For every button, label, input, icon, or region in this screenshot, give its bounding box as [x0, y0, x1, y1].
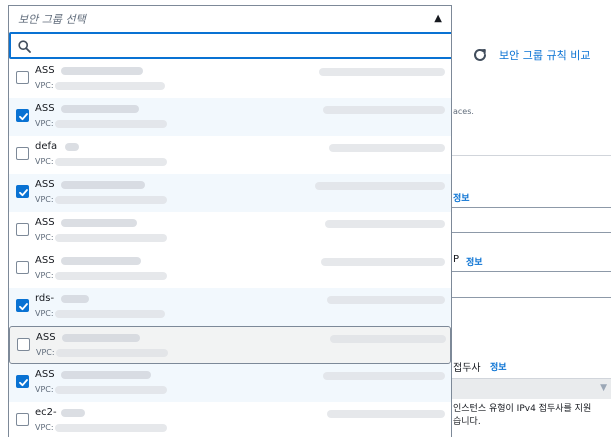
option-vpc: VPC: — [35, 119, 54, 128]
option-checkbox[interactable] — [16, 109, 29, 122]
section-divider — [452, 155, 611, 156]
redacted-text — [327, 296, 445, 304]
redacted-text — [61, 67, 143, 75]
description-line: 습니다. — [453, 417, 481, 427]
security-group-select[interactable]: 보안 그룹 선택 ▲ — [8, 5, 452, 31]
redacted-text — [61, 257, 141, 265]
security-group-option[interactable]: defa VPC: — [9, 136, 451, 174]
security-group-option[interactable]: ASS VPC: — [9, 174, 451, 212]
option-checkbox[interactable] — [16, 71, 29, 84]
compare-security-group-rules-link[interactable]: 보안 그룹 규칙 비교 — [499, 47, 590, 63]
redacted-text — [55, 272, 167, 280]
redacted-text — [55, 310, 165, 318]
security-group-option[interactable]: ASS VPC: — [9, 98, 451, 136]
option-checkbox[interactable] — [16, 299, 29, 312]
info-link[interactable]: 정보 — [490, 360, 507, 373]
option-checkbox[interactable] — [16, 375, 29, 388]
redacted-text — [55, 424, 167, 432]
option-vpc: VPC: — [35, 309, 54, 318]
security-group-option[interactable]: ASS VPC: — [9, 250, 451, 288]
redacted-text — [330, 335, 446, 343]
option-vpc: VPC: — [35, 271, 54, 280]
option-name: ASS — [35, 369, 55, 380]
description-line: 인스턴스 유형이 IPv4 접두사를 지원 — [453, 404, 592, 414]
refresh-icon[interactable] — [472, 47, 488, 63]
redacted-text — [55, 234, 167, 242]
redacted-text — [327, 410, 445, 418]
field-label-fragment: P — [453, 254, 460, 265]
field-border — [452, 232, 611, 233]
search-input[interactable] — [9, 32, 451, 59]
select-placeholder: 보안 그룹 선택 — [18, 13, 86, 26]
option-checkbox[interactable] — [16, 261, 29, 274]
option-checkbox[interactable] — [16, 223, 29, 236]
redacted-text — [55, 120, 167, 128]
redacted-text — [329, 144, 445, 152]
prefix-label: 접두사 — [453, 363, 481, 374]
redacted-text — [62, 334, 140, 342]
redacted-text — [61, 371, 151, 379]
security-group-option[interactable]: rds- VPC: — [9, 288, 451, 326]
option-name: ASS — [35, 103, 55, 114]
check-icon — [19, 303, 28, 311]
redacted-text — [61, 181, 145, 189]
redacted-text — [55, 158, 167, 166]
option-checkbox[interactable] — [16, 185, 29, 198]
option-name: ASS — [35, 255, 55, 266]
redacted-text — [65, 143, 79, 151]
option-vpc: VPC: — [35, 157, 54, 166]
prefix-select-disabled: ▼ — [452, 378, 611, 399]
check-icon — [19, 379, 28, 387]
option-name: ec2- — [35, 407, 57, 418]
redacted-text — [61, 105, 139, 113]
option-name: defa — [35, 141, 58, 152]
redacted-text — [319, 68, 445, 76]
caret-up-icon: ▲ — [434, 13, 442, 24]
field-border — [452, 271, 611, 272]
option-vpc: VPC: — [36, 348, 55, 357]
check-icon — [19, 189, 28, 197]
redacted-text — [321, 258, 445, 266]
option-name: ASS — [36, 332, 56, 343]
option-name: ASS — [35, 179, 55, 190]
option-vpc: VPC: — [35, 385, 54, 394]
redacted-text — [325, 220, 445, 228]
redacted-text — [56, 349, 168, 357]
redacted-text — [61, 409, 85, 417]
security-group-option[interactable]: ASS VPC: — [9, 212, 451, 250]
option-checkbox[interactable] — [16, 413, 29, 426]
info-link[interactable]: 정보 — [466, 255, 483, 268]
redacted-text — [61, 295, 89, 303]
option-list: ASS VPC: ASS VPC: defa VPC: ASS VPC: ASS… — [9, 60, 451, 437]
security-group-option[interactable]: ec2- VPC: — [9, 402, 451, 437]
redacted-text — [323, 372, 445, 380]
field-border — [452, 297, 611, 298]
search-icon — [18, 40, 31, 53]
description-fragment: aces. — [453, 107, 474, 116]
redacted-text — [55, 196, 167, 204]
security-group-option[interactable]: ASS VPC: — [9, 60, 451, 98]
redacted-text — [55, 82, 165, 90]
redacted-text — [315, 182, 445, 190]
option-checkbox[interactable] — [17, 338, 30, 351]
option-checkbox[interactable] — [16, 147, 29, 160]
security-group-dropdown: ASS VPC: ASS VPC: defa VPC: ASS VPC: ASS… — [8, 31, 452, 437]
info-link[interactable]: 정보 — [453, 191, 470, 204]
prefix-description: 인스턴스 유형이 IPv4 접두사를 지원 습니다. — [453, 403, 611, 429]
option-vpc: VPC: — [35, 81, 54, 90]
check-icon — [19, 113, 28, 121]
option-vpc: VPC: — [35, 233, 54, 242]
caret-down-icon: ▼ — [600, 383, 607, 393]
security-group-option[interactable]: ASS VPC: — [9, 326, 451, 364]
security-group-option[interactable]: ASS VPC: — [9, 364, 451, 402]
option-vpc: VPC: — [35, 423, 54, 432]
redacted-text — [323, 106, 445, 114]
option-name: rds- — [35, 293, 55, 304]
redacted-text — [55, 386, 167, 394]
redacted-text — [61, 219, 137, 227]
option-name: ASS — [35, 217, 55, 228]
option-name: ASS — [35, 65, 55, 76]
field-border — [452, 207, 611, 208]
option-vpc: VPC: — [35, 195, 54, 204]
